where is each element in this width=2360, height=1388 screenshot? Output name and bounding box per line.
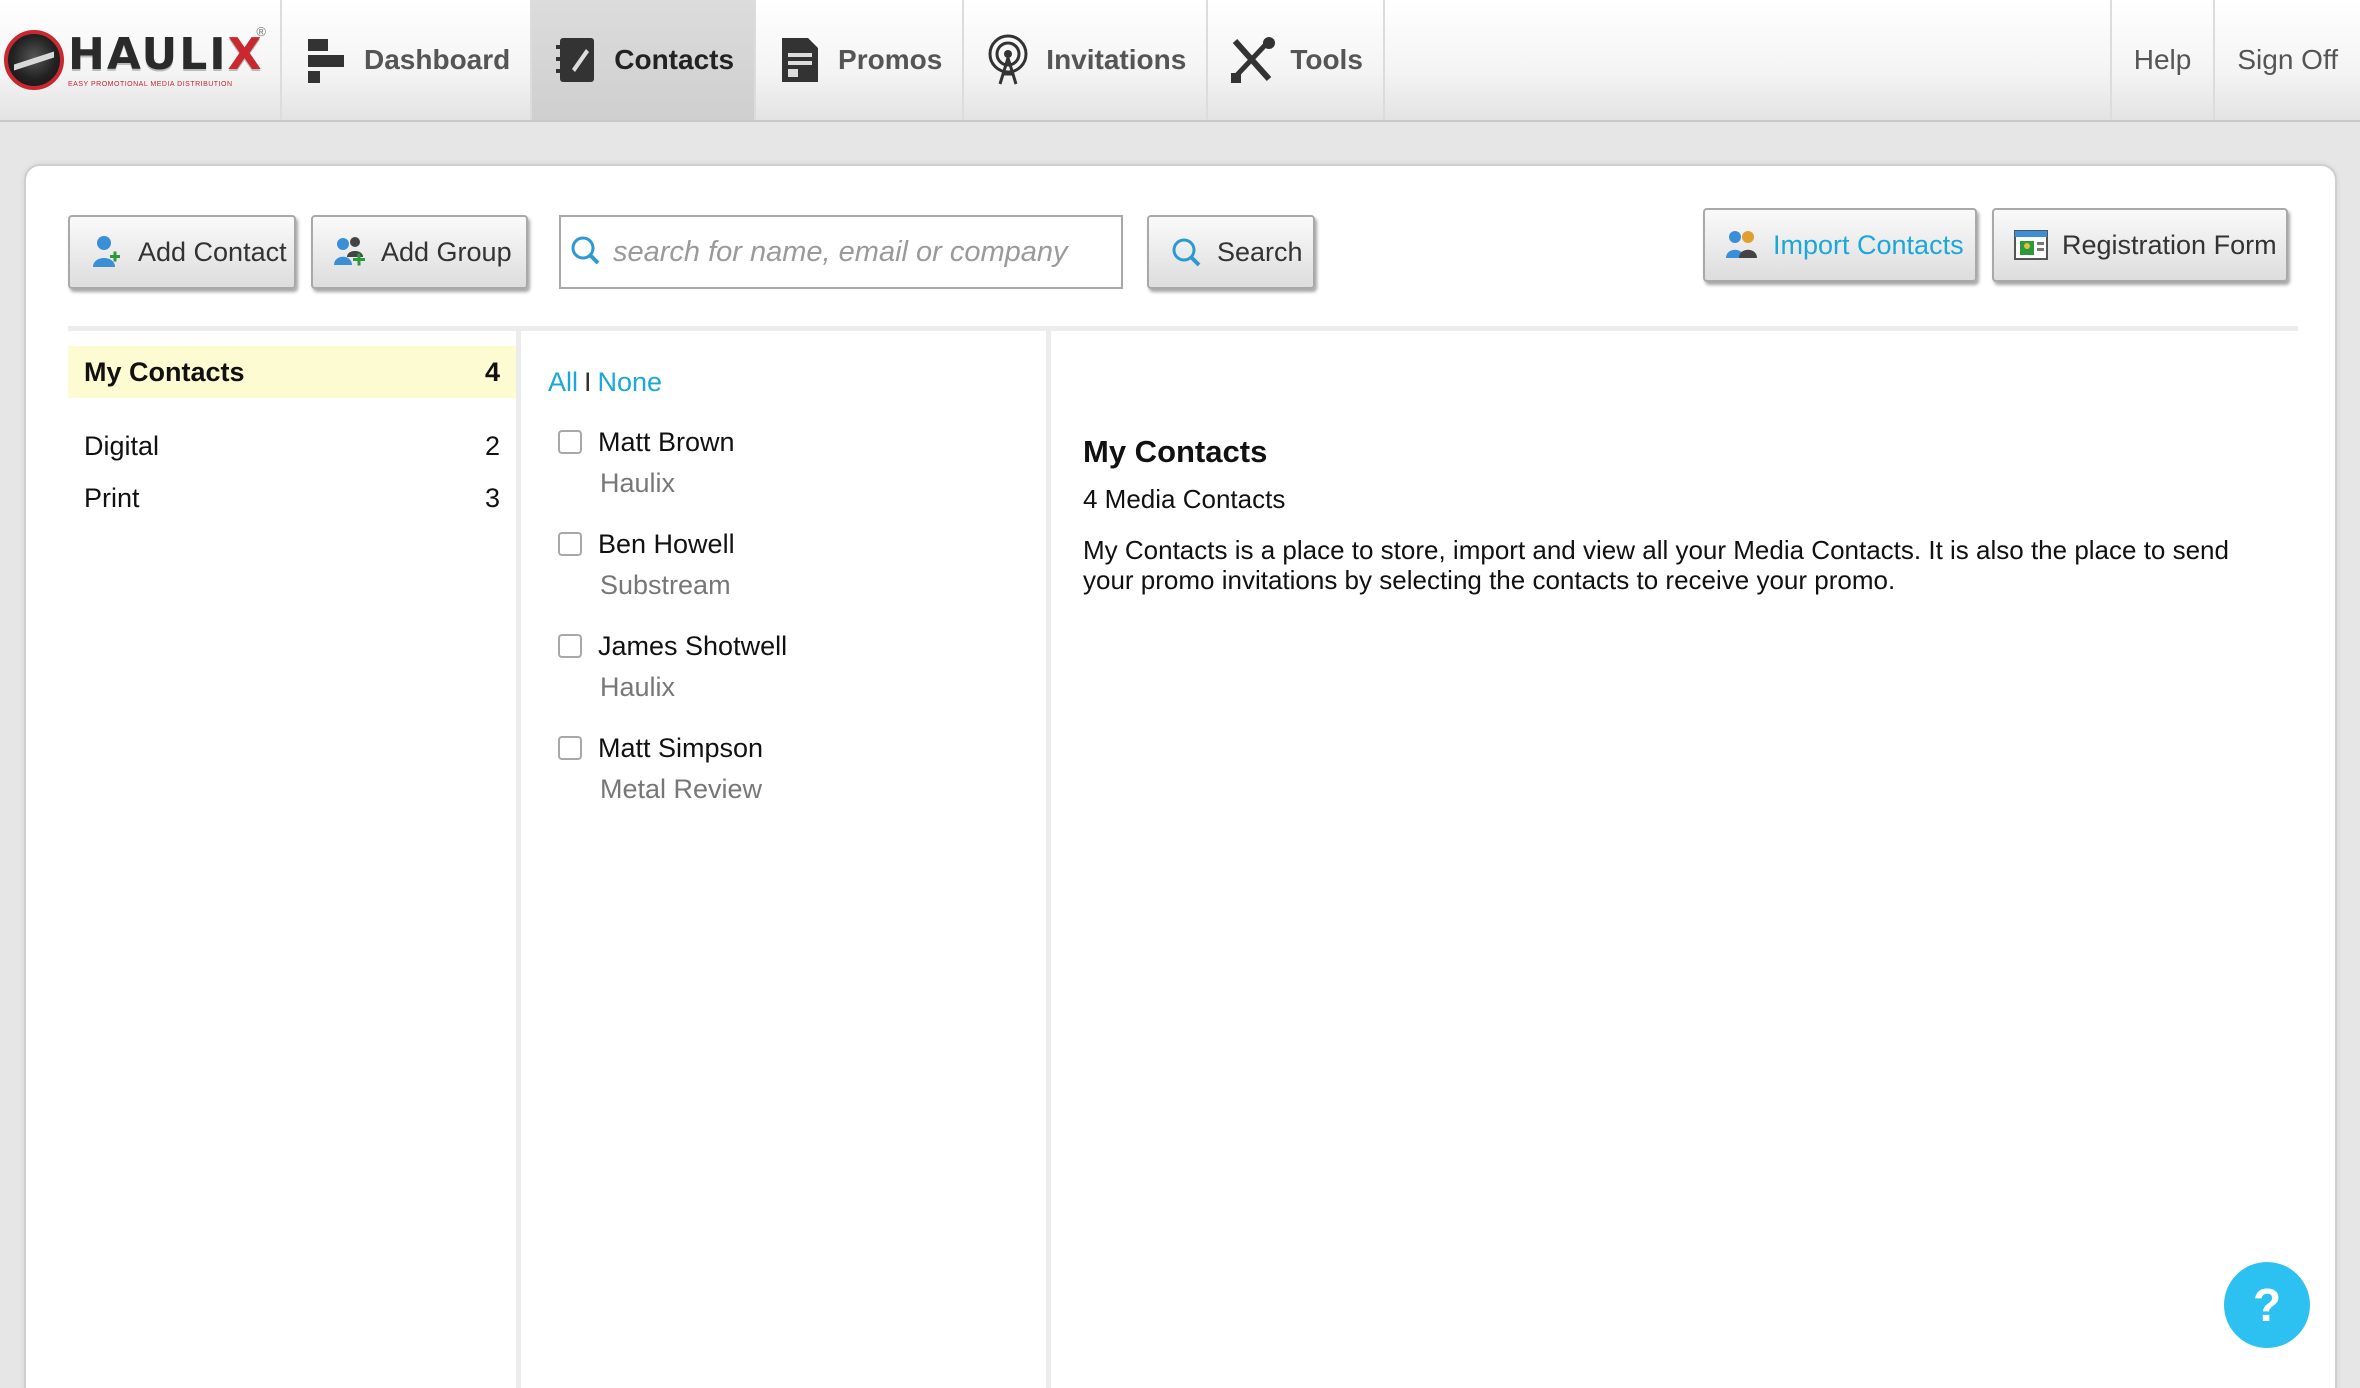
haulix-logo[interactable]: HAULIX EASY PROMOTIONAL MEDIA DISTRIBUTI… <box>0 0 282 120</box>
import-contacts-icon <box>1725 228 1759 262</box>
registration-form-label: Registration Form <box>2062 229 2277 260</box>
sign-off-link[interactable]: Sign Off <box>2213 0 2360 120</box>
group-count: 4 <box>484 356 500 387</box>
nav-tools[interactable]: Tools <box>1208 0 1385 120</box>
search-field[interactable] <box>559 215 1123 289</box>
nav-promos[interactable]: Promos <box>756 0 965 120</box>
select-none-link[interactable]: None <box>598 367 663 398</box>
tools-icon <box>1228 34 1276 86</box>
contact-name[interactable]: Ben Howell <box>598 529 735 560</box>
promos-icon <box>776 34 824 86</box>
toolbar-divider <box>68 326 2298 331</box>
group-count: 2 <box>484 430 500 461</box>
search-button[interactable]: Search <box>1147 215 1315 289</box>
add-contact-icon <box>90 235 124 269</box>
contact-list: All I None Matt Brown Haulix Ben Howell … <box>548 362 1038 810</box>
nav-invitations[interactable]: Invitations <box>964 0 1209 120</box>
contact-name[interactable]: Matt Simpson <box>598 733 763 764</box>
group-name: Print <box>84 482 140 513</box>
nav-contacts-label: Contacts <box>614 44 735 75</box>
logo-tagline: EASY PROMOTIONAL MEDIA DISTRIBUTION <box>68 80 233 88</box>
add-contact-label: Add Contact <box>138 236 287 267</box>
nav-invitations-label: Invitations <box>1046 44 1187 75</box>
nav-promos-label: Promos <box>838 44 943 75</box>
column-divider <box>516 331 521 1388</box>
group-name: Digital <box>84 430 160 461</box>
registered-mark: ® <box>256 24 266 39</box>
nav-contacts[interactable]: Contacts <box>532 0 757 120</box>
contact-company: Haulix <box>600 671 676 702</box>
nav-tools-label: Tools <box>1290 44 1363 75</box>
help-link[interactable]: Help <box>2109 0 2214 120</box>
contact-checkbox[interactable] <box>558 634 582 658</box>
help-chat-button[interactable]: ? <box>2224 1262 2310 1348</box>
search-icon <box>569 234 601 271</box>
detail-title: My Contacts <box>1083 434 1268 469</box>
search-button-label: Search <box>1217 236 1303 267</box>
contact-company: Metal Review <box>600 773 763 804</box>
group-list: My Contacts 4 Digital 2 Print 3 <box>68 346 516 524</box>
contact-company: Substream <box>600 569 731 600</box>
column-divider <box>1046 331 1051 1388</box>
search-input[interactable] <box>613 235 1113 269</box>
add-group-label: Add Group <box>381 236 512 267</box>
group-print[interactable]: Print 3 <box>68 472 516 524</box>
contact-checkbox[interactable] <box>558 430 582 454</box>
group-count: 3 <box>484 482 500 513</box>
group-my-contacts[interactable]: My Contacts 4 <box>68 346 516 398</box>
nav-dashboard-label: Dashboard <box>364 44 511 75</box>
contact-company: Haulix <box>600 467 676 498</box>
contacts-book-icon <box>552 34 600 86</box>
detail-description: My Contacts is a place to store, import … <box>1083 535 2229 595</box>
list-item: Ben Howell Substream <box>548 524 1038 606</box>
logo-word: HAULI <box>68 28 228 80</box>
contact-name[interactable]: James Shotwell <box>598 631 787 662</box>
add-group-icon <box>333 235 367 269</box>
registration-form-button[interactable]: Registration Form <box>1992 208 2288 282</box>
contact-checkbox[interactable] <box>558 736 582 760</box>
top-navigation: HAULIX EASY PROMOTIONAL MEDIA DISTRIBUTI… <box>0 0 2360 122</box>
contacts-panel: Add Contact Add Group Search Import Cont… <box>24 164 2337 1388</box>
group-name: My Contacts <box>84 356 245 387</box>
group-digital[interactable]: Digital 2 <box>68 420 516 472</box>
logo-mark-icon <box>4 30 64 90</box>
list-item: James Shotwell Haulix <box>548 626 1038 708</box>
select-all-none: All I None <box>548 362 1038 402</box>
import-contacts-button[interactable]: Import Contacts <box>1703 208 1977 282</box>
registration-form-icon <box>2014 228 2048 262</box>
add-group-button[interactable]: Add Group <box>311 215 528 289</box>
import-contacts-label: Import Contacts <box>1773 229 1964 260</box>
group-detail: My Contacts 4 Media Contacts My Contacts… <box>1083 434 2283 595</box>
select-separator: I <box>584 366 592 397</box>
list-item: Matt Simpson Metal Review <box>548 728 1038 810</box>
detail-count: 4 Media Contacts <box>1083 484 1286 514</box>
broadcast-tower-icon <box>984 34 1032 86</box>
contact-checkbox[interactable] <box>558 532 582 556</box>
search-button-icon <box>1169 235 1203 269</box>
contact-name[interactable]: Matt Brown <box>598 427 735 458</box>
add-contact-button[interactable]: Add Contact <box>68 215 296 289</box>
select-all-link[interactable]: All <box>548 367 578 398</box>
nav-dashboard[interactable]: Dashboard <box>282 0 533 120</box>
dashboard-icon <box>302 34 350 86</box>
list-item: Matt Brown Haulix <box>548 422 1038 504</box>
